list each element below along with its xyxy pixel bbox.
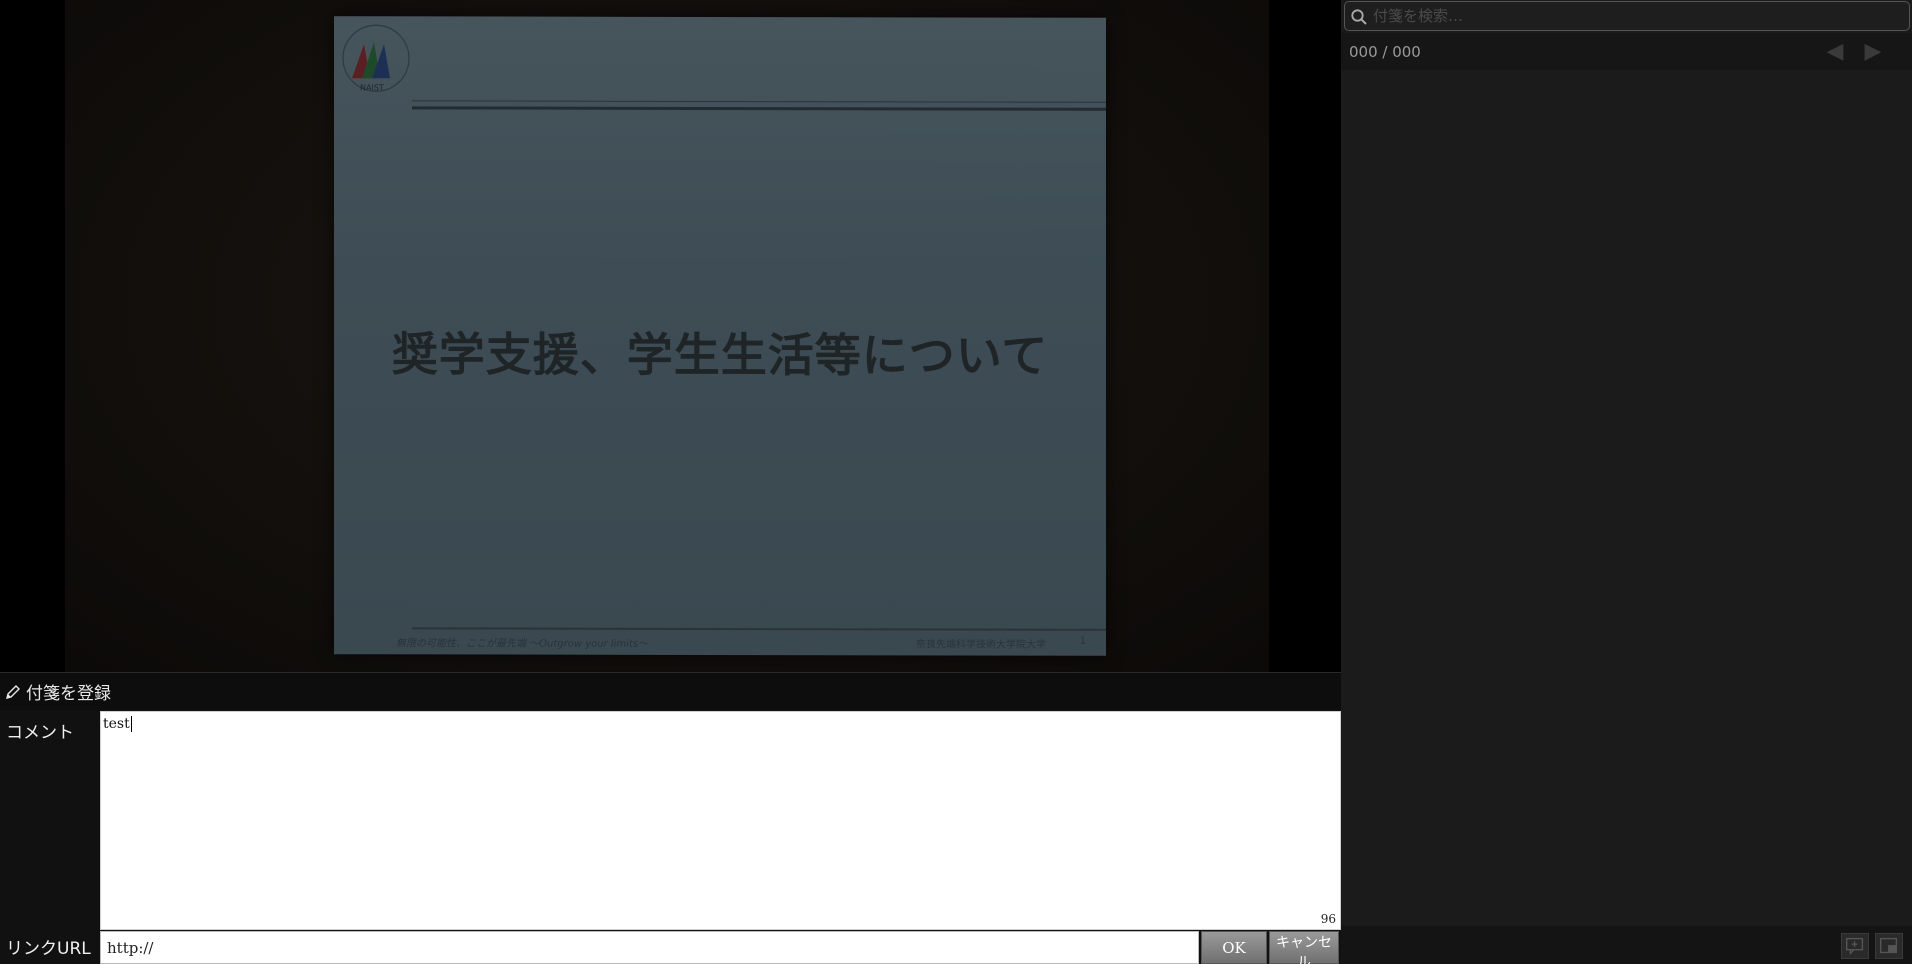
sidebar-toolbar [1341, 926, 1912, 964]
next-note-button[interactable]: ▶ [1860, 39, 1886, 65]
comment-label: コメント [6, 723, 74, 743]
char-counter: 96 [1320, 912, 1336, 926]
main-column: NAIST 奨学支援、学生生活等について 無限の可能性、ここが最先端 〜Outg… [0, 0, 1341, 964]
slide-footer-slogan: 無限の可能性、ここが最先端 〜Outgrow your limits〜 [396, 638, 649, 650]
video-player[interactable]: NAIST 奨学支援、学生生活等について 無限の可能性、ここが最先端 〜Outg… [0, 0, 1341, 672]
slide-page-number: 1 [1079, 635, 1086, 647]
register-note-label: 付箋を登録 [26, 684, 111, 704]
slide-footer-line [412, 627, 1106, 631]
cancel-button[interactable]: キャンセル [1269, 931, 1339, 964]
video-frame: NAIST 奨学支援、学生生活等について 無限の可能性、ここが最先端 〜Outg… [65, 0, 1269, 672]
slide-title: 奨学支援、学生生活等について [391, 327, 1049, 383]
search-icon [1351, 9, 1367, 25]
presentation-slide: NAIST 奨学支援、学生生活等について 無限の可能性、ここが最先端 〜Outg… [334, 16, 1106, 656]
slide-header-rule [412, 106, 1106, 111]
naist-logo-icon: NAIST [342, 24, 410, 92]
prev-note-button[interactable]: ◀ [1822, 39, 1848, 65]
slide-header-line [412, 100, 1106, 103]
search-input[interactable] [1373, 5, 1903, 27]
layout-toggle-button[interactable] [1875, 933, 1903, 959]
pencil-icon [6, 684, 20, 699]
add-note-button[interactable] [1841, 933, 1869, 959]
app-root: NAIST 奨学支援、学生生活等について 無限の可能性、ここが最先端 〜Outg… [0, 0, 1912, 964]
link-url-input[interactable] [100, 931, 1199, 964]
search-box[interactable] [1344, 1, 1910, 31]
notes-counter: 000 / 000 [1349, 43, 1421, 61]
logo-text: NAIST [360, 83, 384, 92]
link-url-label: リンクURL [6, 939, 91, 959]
note-form: コメント test 96 リンクURL OK キャンセル [0, 710, 1341, 964]
add-comment-icon [1846, 937, 1864, 956]
ok-button[interactable]: OK [1201, 931, 1267, 964]
layout-icon [1880, 937, 1898, 954]
comment-textarea[interactable]: test 96 [100, 711, 1341, 930]
notes-sidebar: 000 / 000 ◀ ▶ [1341, 0, 1912, 964]
notes-list[interactable] [1341, 70, 1912, 926]
notes-navigation-bar: 000 / 000 ◀ ▶ [1341, 33, 1912, 70]
slide-footer-institution: 奈良先端科学技術大学院大学 [916, 639, 1046, 651]
comment-text: test [103, 716, 132, 732]
register-note-header: 付箋を登録 [0, 672, 1341, 710]
